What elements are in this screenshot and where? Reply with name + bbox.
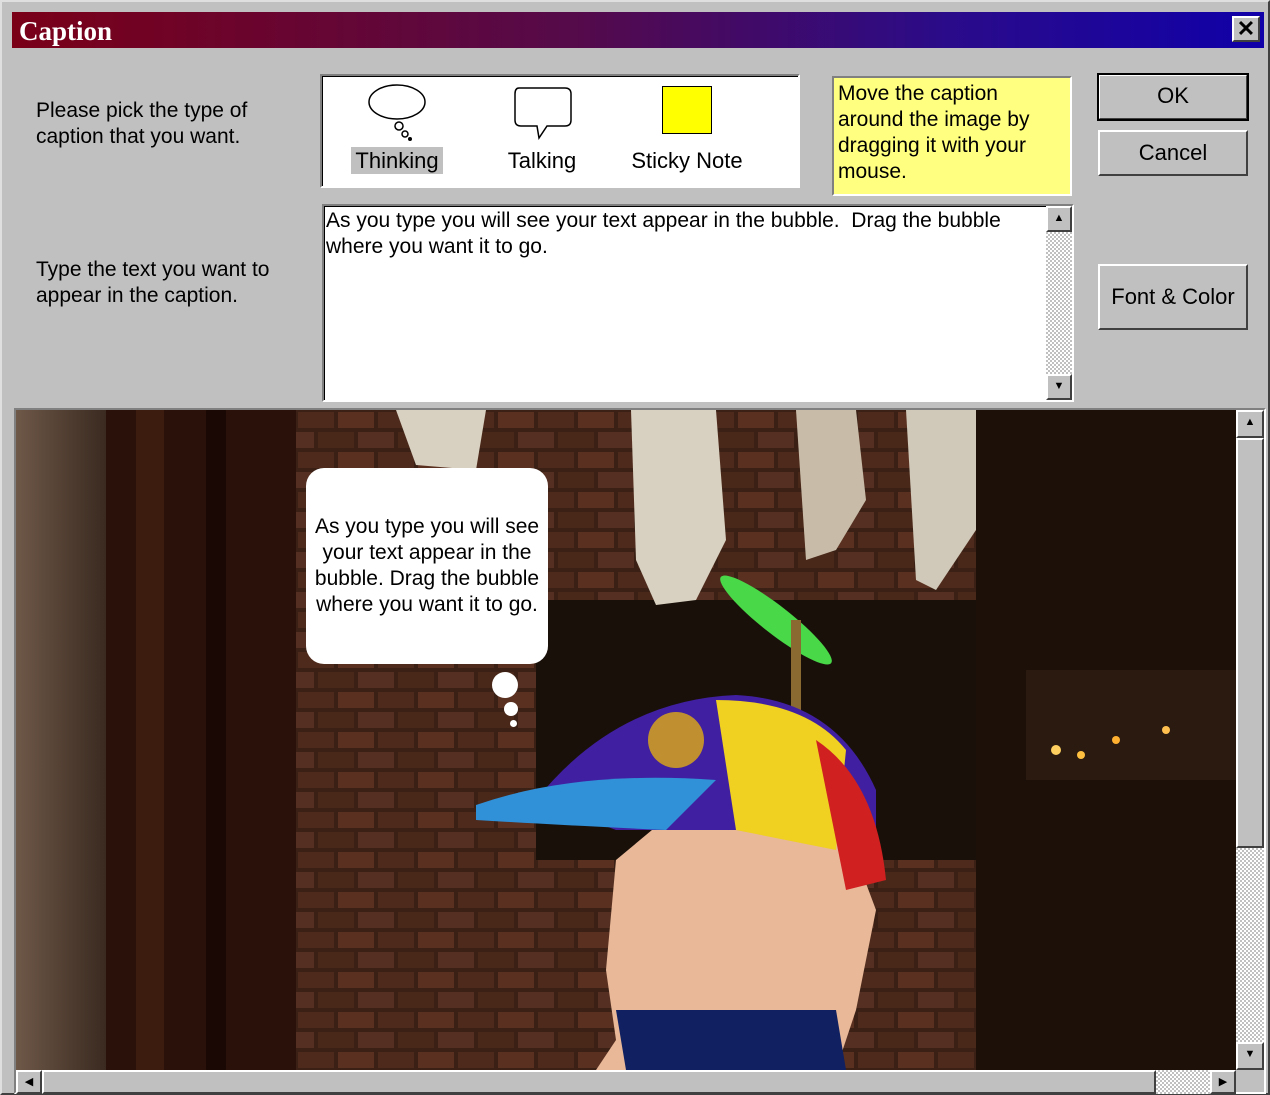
pick-type-label: Please pick the type of caption that you…: [36, 99, 248, 148]
ok-button[interactable]: OK: [1097, 73, 1249, 121]
dialog-title: Caption: [19, 16, 113, 46]
thought-bubble-caption[interactable]: As you type you will see your text appea…: [306, 468, 548, 664]
image-scroll-up-button[interactable]: ▲: [1236, 410, 1264, 438]
image-vertical-scroll-thumb[interactable]: [1236, 438, 1264, 848]
drag-hint-note: Move the caption around the image by dra…: [832, 76, 1072, 196]
type-option-sticky-note[interactable]: Sticky Note: [622, 76, 752, 184]
thought-dot-large: [492, 672, 518, 698]
thought-bubble-icon: [368, 84, 426, 141]
thought-dot-small: [510, 720, 517, 727]
sticky-note-icon: [662, 86, 712, 134]
close-button[interactable]: ✕: [1232, 16, 1260, 42]
type-option-thinking[interactable]: Thinking: [332, 76, 462, 184]
caption-dialog: Caption ✕ Please pick the type of captio…: [0, 0, 1270, 1095]
photo-image: [16, 410, 1236, 1070]
text-scroll-down-button[interactable]: ▼: [1046, 374, 1072, 400]
caption-text-value: As you type you will see your text appea…: [326, 209, 1007, 258]
type-text-label: Type the text you want to appear in the …: [36, 258, 270, 307]
thought-dot-medium: [504, 702, 518, 716]
type-option-talking[interactable]: Talking: [477, 76, 607, 184]
cancel-button[interactable]: Cancel: [1098, 130, 1248, 176]
text-scroll-up-button[interactable]: ▲: [1046, 206, 1072, 232]
title-bar[interactable]: Caption ✕: [12, 12, 1264, 48]
type-label-sticky-note: Sticky Note: [631, 148, 743, 173]
photo-preview[interactable]: As you type you will see your text appea…: [16, 410, 1236, 1070]
caption-text-input[interactable]: As you type you will see your text appea…: [322, 204, 1074, 402]
type-label-talking: Talking: [507, 148, 577, 173]
caption-type-picker: Thinking Talking Sticky Note: [320, 74, 800, 188]
speech-bubble-icon: [514, 87, 572, 140]
image-scroll-left-button[interactable]: ◀: [16, 1070, 42, 1094]
type-label-thinking: Thinking: [332, 147, 462, 174]
font-color-button[interactable]: Font & Color: [1098, 264, 1248, 330]
image-horizontal-scrollbar[interactable]: ◀ ▶: [16, 1070, 1236, 1094]
text-vertical-scrollbar[interactable]: ▲ ▼: [1046, 206, 1072, 400]
image-scroll-right-button[interactable]: ▶: [1210, 1070, 1236, 1094]
image-scroll-down-button[interactable]: ▼: [1236, 1042, 1264, 1070]
image-horizontal-scroll-thumb[interactable]: [42, 1070, 1156, 1094]
image-vertical-scrollbar[interactable]: ▲ ▼: [1236, 410, 1264, 1070]
